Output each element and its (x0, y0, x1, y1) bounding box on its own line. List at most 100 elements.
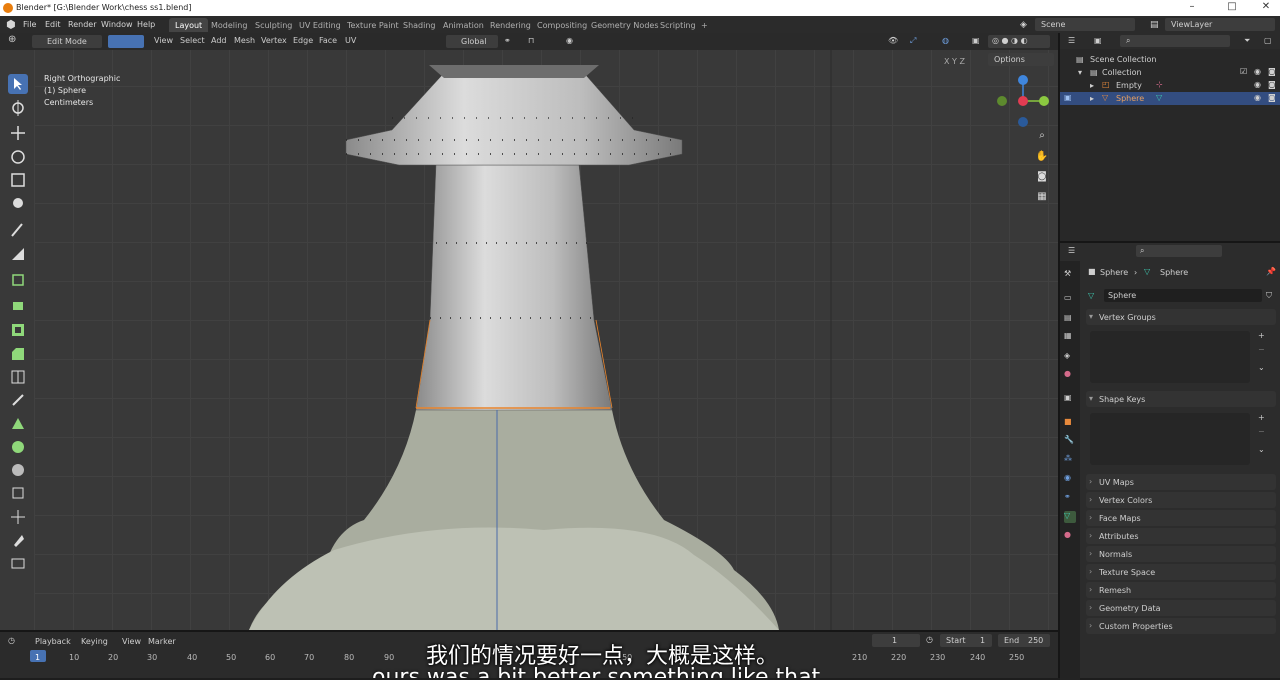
shading-mode-buttons[interactable]: ◎ ● ◑ ◐ (988, 35, 1050, 48)
remove-vertex-group-button[interactable]: − (1258, 345, 1265, 354)
pin-icon[interactable]: 📌 (1266, 267, 1276, 276)
expand-icon[interactable]: ▸ (1090, 94, 1094, 103)
current-frame-field[interactable]: 1 (872, 634, 920, 647)
rotate-tool[interactable] (8, 147, 28, 167)
outliner-row-scene-collection[interactable]: ▤ Scene Collection (1060, 53, 1280, 66)
clock-icon[interactable]: ◷ (926, 635, 933, 644)
expand-icon[interactable]: ▸ (1090, 81, 1094, 90)
minimize-button[interactable]: – (1180, 1, 1204, 12)
mode-selector[interactable]: Edit Mode (32, 35, 102, 48)
modifier-tab-icon[interactable]: 🔧 (1064, 435, 1076, 447)
tab-geometry-nodes[interactable]: Geometry Nodes (585, 18, 664, 32)
proportional-edit-icon[interactable]: ◉ (566, 36, 573, 48)
panel-uv-maps[interactable]: › UV Maps (1086, 474, 1276, 490)
editor-type-3d-icon[interactable]: ⊕ (8, 34, 16, 46)
menu-edge[interactable]: Edge (293, 36, 313, 48)
inset-tool[interactable] (8, 320, 28, 340)
menu-face[interactable]: Face (319, 36, 337, 48)
camera-icon[interactable]: ◙ (1268, 93, 1276, 102)
menu-uv[interactable]: UV (345, 36, 356, 48)
panel-vertex-colors[interactable]: › Vertex Colors (1086, 492, 1276, 508)
mesh-name-field[interactable]: Sphere (1104, 289, 1262, 302)
tool-tab-icon[interactable]: ⚒ (1064, 269, 1076, 281)
fake-user-shield-icon[interactable]: ⛉ (1266, 291, 1272, 301)
panel-texture-space[interactable]: › Texture Space (1086, 564, 1276, 580)
tab-texture-paint[interactable]: Texture Paint (341, 18, 405, 32)
tab-compositing[interactable]: Compositing (531, 18, 593, 32)
expand-icon[interactable]: ▾ (1078, 68, 1082, 77)
tab-shading[interactable]: Shading (397, 18, 442, 32)
mesh-datablock-icon[interactable]: ▽ (1088, 291, 1094, 300)
new-collection-icon[interactable]: ▢ (1264, 36, 1272, 45)
select-mode-toggle[interactable] (108, 35, 144, 48)
menu-mesh[interactable]: Mesh (234, 36, 255, 48)
menu-keying[interactable]: Keying (81, 637, 108, 646)
visibility-icon[interactable]: 👁 (888, 36, 898, 48)
smooth-tool[interactable] (8, 460, 28, 480)
add-vertex-group-button[interactable]: + (1258, 331, 1265, 340)
outliner-row-empty[interactable]: ▸ ◰ Empty ⊹ ◉ ◙ (1060, 79, 1280, 92)
zoom-icon[interactable]: ⌕ (1034, 128, 1050, 144)
scale-tool[interactable] (8, 170, 28, 190)
snap-icon[interactable]: ⊓ (528, 36, 534, 48)
panel-attributes[interactable]: › Attributes (1086, 528, 1276, 544)
outliner-search-input[interactable]: ⌕ (1120, 35, 1230, 47)
eye-icon[interactable]: ◉ (1254, 67, 1261, 76)
shear-tool[interactable] (8, 530, 28, 550)
tab-uv-editing[interactable]: UV Editing (293, 18, 347, 32)
pan-hand-icon[interactable]: ✋ (1034, 149, 1050, 165)
shrink-fatten-tool[interactable] (8, 507, 28, 527)
menu-select[interactable]: Select (180, 36, 205, 48)
menu-playback[interactable]: Playback (35, 637, 71, 646)
checkbox-icon[interactable]: ☑ (1240, 67, 1247, 76)
bevel-tool[interactable] (8, 344, 28, 364)
vertex-groups-list[interactable] (1090, 331, 1250, 383)
output-tab-icon[interactable]: ▤ (1064, 313, 1076, 325)
panel-vertex-groups[interactable]: ▾ Vertex Groups (1086, 309, 1276, 325)
filter-icon[interactable]: ⏷ (1244, 36, 1250, 46)
panel-geometry-data[interactable]: › Geometry Data (1086, 600, 1276, 616)
menu-file[interactable]: File (23, 20, 36, 29)
loop-cut-tool[interactable] (8, 367, 28, 387)
poly-build-tool[interactable] (8, 414, 28, 434)
editor-type-icon[interactable]: ⬢ (6, 18, 16, 31)
transform-tool[interactable] (8, 193, 28, 213)
scene-selector[interactable]: Scene (1035, 18, 1135, 31)
constraints-tab-icon[interactable]: ⚭ (1064, 492, 1076, 504)
xray-icon[interactable]: ▣ (972, 36, 980, 48)
navigation-gizmo[interactable] (994, 72, 1050, 128)
shape-key-menu-icon[interactable]: ⌄ (1258, 445, 1265, 454)
shape-keys-list[interactable] (1090, 413, 1250, 465)
menu-render[interactable]: Render (68, 20, 96, 29)
orientation-selector[interactable]: Global (446, 35, 498, 48)
measure-tool[interactable] (8, 244, 28, 264)
panel-custom-properties[interactable]: › Custom Properties (1086, 618, 1276, 634)
overlays-icon[interactable]: ◍ (942, 36, 949, 48)
view-layer-tab-icon[interactable]: ▦ (1064, 331, 1076, 343)
edge-slide-tool[interactable] (8, 483, 28, 503)
menu-edit[interactable]: Edit (45, 20, 61, 29)
menu-timeline-view[interactable]: View (122, 637, 141, 646)
tab-layout[interactable]: Layout (169, 18, 209, 32)
add-workspace-button[interactable]: + (695, 18, 714, 32)
menu-view[interactable]: View (154, 36, 173, 48)
breadcrumb-data[interactable]: Sphere (1160, 268, 1188, 277)
properties-editor-icon[interactable]: ☰ (1068, 246, 1075, 255)
knife-tool[interactable] (8, 390, 28, 410)
camera-icon[interactable]: ◙ (1268, 80, 1276, 89)
select-box-tool[interactable] (8, 74, 28, 94)
axis-x[interactable]: X (944, 57, 949, 66)
eye-icon[interactable]: ◉ (1254, 80, 1261, 89)
menu-help[interactable]: Help (137, 20, 155, 29)
rip-region-tool[interactable] (8, 553, 28, 573)
menu-marker[interactable]: Marker (148, 637, 176, 646)
add-cube-tool[interactable] (8, 270, 28, 290)
mesh-data-tab-icon[interactable]: ▽ (1064, 511, 1076, 523)
panel-shape-keys[interactable]: ▾ Shape Keys (1086, 391, 1276, 407)
add-shape-key-button[interactable]: + (1258, 413, 1265, 422)
maximize-button[interactable]: □ (1220, 1, 1244, 12)
particles-tab-icon[interactable]: ⁂ (1064, 454, 1076, 466)
render-tab-icon[interactable]: ▭ (1064, 293, 1076, 305)
physics-tab-icon[interactable]: ◉ (1064, 473, 1076, 485)
remove-shape-key-button[interactable]: − (1258, 427, 1265, 436)
